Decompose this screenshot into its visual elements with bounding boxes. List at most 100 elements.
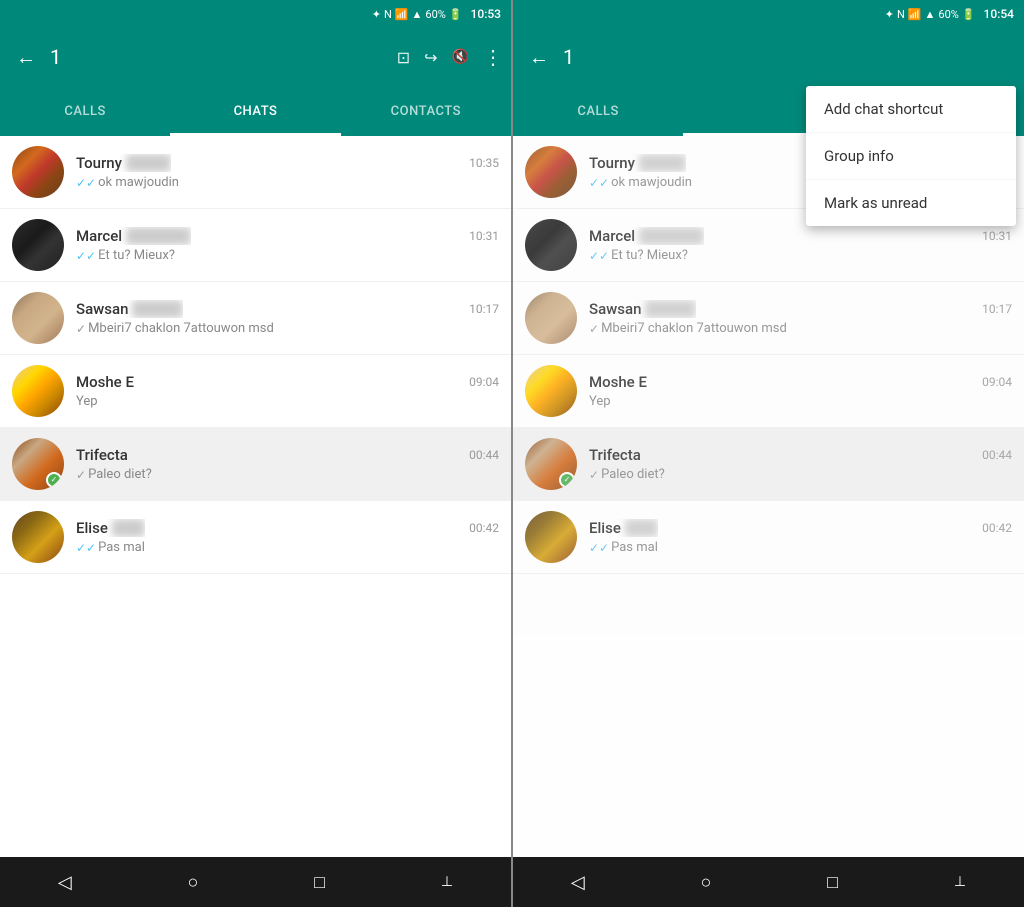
tab-calls-left[interactable]: CALLS: [0, 86, 170, 136]
chat-time-3-left: 10:17: [469, 302, 499, 316]
menu-item-group-info[interactable]: Group info: [806, 133, 1016, 180]
tab-chats-left[interactable]: CHATS: [170, 86, 340, 136]
selection-counter-right: 1: [563, 45, 1010, 69]
chat-item-6-right[interactable]: Elise Mhei 00:42 ✓✓ Pas mal: [513, 501, 1024, 574]
avatar-4-left: [12, 365, 64, 417]
back-nav-right[interactable]: ◁: [555, 864, 601, 901]
chat-name-row-2-left: Marcel Abi Hayef 10:31: [76, 227, 499, 245]
chat-name-row-2-right: Marcel Abi Hayef 10:31: [589, 227, 1012, 245]
signal-icon: 📶: [395, 8, 409, 21]
chat-content-3-left: Sawsan Fattouh 10:17 ✓ Mbeiri7 chaklon 7…: [76, 300, 499, 336]
more-icon[interactable]: ⋮: [483, 45, 503, 69]
menu-item-add-shortcut[interactable]: Add chat shortcut: [806, 86, 1016, 133]
check-icon-3-left: ✓: [76, 322, 86, 336]
chat-time-5-right: 00:44: [982, 448, 1012, 462]
chat-name-6-right: Elise Mhei: [589, 519, 658, 537]
context-menu: Add chat shortcut Group info Mark as unr…: [806, 86, 1016, 226]
toolbar-actions-left: ⊡ ↪ 🔇 ⋮: [397, 45, 503, 69]
chat-time-5-left: 00:44: [469, 448, 499, 462]
chat-item-3-right[interactable]: Sawsan Fattouh 10:17 ✓ Mbeiri7 chaklon 7…: [513, 282, 1024, 355]
avatar-1-left: [12, 146, 64, 198]
chat-list-right: Tourny Lourou 10:35 ✓✓ ok mawjoudin Marc…: [513, 136, 1024, 857]
chat-item-2-left[interactable]: Marcel Abi Hayef 10:31 ✓✓ Et tu? Mieux?: [0, 209, 511, 282]
menu-item-mark-unread[interactable]: Mark as unread: [806, 180, 1016, 226]
bottom-nav-left: ◁ ○ □ ⊥: [0, 857, 511, 907]
chat-item-4-right[interactable]: Moshe E 09:04 Yep: [513, 355, 1024, 428]
bluetooth-icon-r: ✦: [885, 8, 894, 21]
chat-content-2-right: Marcel Abi Hayef 10:31 ✓✓ Et tu? Mieux?: [589, 227, 1012, 263]
download-nav-left[interactable]: ⊥: [425, 866, 469, 898]
chat-time-2-right: 10:31: [982, 229, 1012, 243]
check-icon-6-right: ✓✓: [589, 541, 609, 555]
chat-item-4-left[interactable]: Moshe E 09:04 Yep: [0, 355, 511, 428]
chat-name-row-4-left: Moshe E 09:04: [76, 373, 499, 391]
avatar-3-left: [12, 292, 64, 344]
chat-name-row-3-left: Sawsan Fattouh 10:17: [76, 300, 499, 318]
chat-content-4-right: Moshe E 09:04 Yep: [589, 373, 1012, 409]
chat-name-4-right: Moshe E: [589, 373, 647, 391]
chat-preview-4-right: Yep: [589, 394, 1012, 409]
chat-preview-6-left: ✓✓ Pas mal: [76, 540, 499, 555]
chat-preview-5-left: ✓ Paleo diet?: [76, 467, 499, 482]
chat-item-5-right[interactable]: Trifecta 00:44 ✓ Paleo diet?: [513, 428, 1024, 501]
avatar-5-left: [12, 438, 64, 490]
back-nav-left[interactable]: ◁: [42, 864, 88, 901]
chat-item-6-left[interactable]: Elise Mhei 00:42 ✓✓ Pas mal: [0, 501, 511, 574]
recents-nav-left[interactable]: □: [298, 864, 341, 901]
wifi-icon: ▲: [412, 8, 423, 21]
check-icon-6-left: ✓✓: [76, 541, 96, 555]
chat-list-left: Tourny Loulou 10:35 ✓✓ ok mawjoudin Marc…: [0, 136, 511, 857]
chat-name-row-5-right: Trifecta 00:44: [589, 446, 1012, 464]
back-button-left[interactable]: ←: [8, 41, 44, 74]
chat-time-6-right: 00:42: [982, 521, 1012, 535]
home-nav-right[interactable]: ○: [685, 864, 728, 901]
forward-icon[interactable]: ↪: [424, 48, 437, 67]
chat-content-1-left: Tourny Loulou 10:35 ✓✓ ok mawjoudin: [76, 154, 499, 190]
screen-left: ✦ N 📶 ▲ 60% 🔋 10:53 ← 1 ⊡ ↪ 🔇 ⋮ CALLS CH…: [0, 0, 511, 907]
chat-name-row-4-right: Moshe E 09:04: [589, 373, 1012, 391]
check-icon-2-right: ✓✓: [589, 249, 609, 263]
check-icon-1-right: ✓✓: [589, 176, 609, 190]
chat-name-3-right: Sawsan Fattouh: [589, 300, 696, 318]
chat-item-5-left[interactable]: Trifecta 00:44 ✓ Paleo diet?: [0, 428, 511, 501]
tab-contacts-left[interactable]: CONTACTS: [341, 86, 511, 136]
avatar-6-right: [525, 511, 577, 563]
chat-preview-5-right: ✓ Paleo diet?: [589, 467, 1012, 482]
check-icon-3-right: ✓: [589, 322, 599, 336]
avatar-2-left: [12, 219, 64, 271]
toolbar-right: ← 1: [513, 28, 1024, 86]
back-button-right[interactable]: ←: [521, 41, 557, 74]
selected-badge-left: [46, 472, 62, 488]
chat-name-1-right: Tourny Lourou: [589, 154, 686, 172]
status-bar-right: ✦ N 📶 ▲ 60% 🔋 10:54: [513, 0, 1024, 28]
status-icons-left: ✦ N 📶 ▲ 60% 🔋: [372, 8, 463, 21]
archive-icon[interactable]: ⊡: [397, 48, 410, 67]
download-nav-right[interactable]: ⊥: [938, 866, 982, 898]
avatar-6-left: [12, 511, 64, 563]
chat-name-row-1-left: Tourny Loulou 10:35: [76, 154, 499, 172]
chat-name-5-left: Trifecta: [76, 446, 128, 464]
chat-time-4-right: 09:04: [982, 375, 1012, 389]
battery-icon-r: 🔋: [962, 8, 976, 21]
battery-text-r: 60%: [938, 8, 958, 21]
nfc-icon-r: N: [897, 8, 905, 21]
selection-counter-left: 1: [50, 45, 391, 69]
chat-content-4-left: Moshe E 09:04 Yep: [76, 373, 499, 409]
chat-item-3-left[interactable]: Sawsan Fattouh 10:17 ✓ Mbeiri7 chaklon 7…: [0, 282, 511, 355]
chat-content-5-right: Trifecta 00:44 ✓ Paleo diet?: [589, 446, 1012, 482]
chat-item-1-left[interactable]: Tourny Loulou 10:35 ✓✓ ok mawjoudin: [0, 136, 511, 209]
home-nav-left[interactable]: ○: [172, 864, 215, 901]
tab-calls-right[interactable]: CALLS: [513, 86, 683, 136]
wifi-icon-r: ▲: [925, 8, 936, 21]
chat-name-6-left: Elise Mhei: [76, 519, 145, 537]
chat-name-2-left: Marcel Abi Hayef: [76, 227, 191, 245]
status-time-right: 10:54: [984, 7, 1014, 21]
mute-icon[interactable]: 🔇: [452, 49, 469, 65]
recents-nav-right[interactable]: □: [811, 864, 854, 901]
bottom-nav-right: ◁ ○ □ ⊥: [513, 857, 1024, 907]
chat-time-6-left: 00:42: [469, 521, 499, 535]
chat-name-row-3-right: Sawsan Fattouh 10:17: [589, 300, 1012, 318]
chat-name-row-6-right: Elise Mhei 00:42: [589, 519, 1012, 537]
chat-preview-4-left: Yep: [76, 394, 499, 409]
toolbar-left: ← 1 ⊡ ↪ 🔇 ⋮: [0, 28, 511, 86]
